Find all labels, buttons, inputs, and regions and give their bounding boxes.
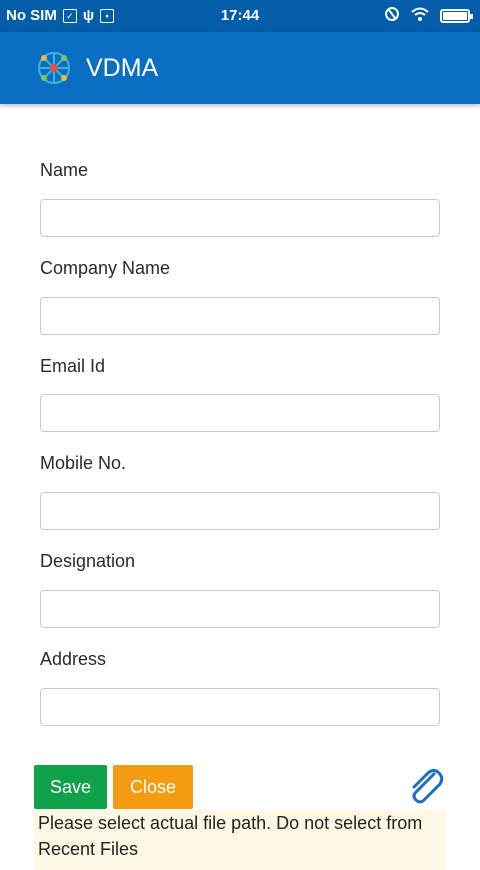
save-button[interactable]: Save — [34, 765, 107, 809]
do-not-disturb-icon — [384, 6, 400, 26]
app-title: VDMA — [86, 54, 159, 82]
address-field[interactable] — [40, 688, 440, 726]
status-right — [384, 6, 473, 26]
battery-icon — [440, 9, 473, 23]
app-bar: VDMA — [0, 32, 480, 104]
company-name-field[interactable] — [40, 297, 440, 335]
email-field[interactable] — [40, 394, 440, 432]
address-label: Address — [40, 649, 107, 669]
designation-label: Designation — [40, 551, 136, 571]
designation-field[interactable] — [40, 590, 440, 628]
file-path-notice: Please select actual file path. Do not s… — [34, 810, 446, 870]
app-logo-icon — [38, 52, 70, 84]
name-field[interactable] — [40, 199, 440, 237]
mobile-label: Mobile No. — [40, 453, 127, 473]
close-button[interactable]: Close — [113, 765, 193, 809]
mobile-field[interactable] — [40, 492, 440, 530]
email-label: Email Id — [40, 356, 106, 376]
name-label: Name — [40, 160, 89, 180]
wifi-icon — [410, 6, 430, 26]
status-bar: No SIM ✓ ψ ▪ 17:44 — [0, 0, 480, 32]
attach-file-icon[interactable] — [404, 764, 448, 808]
company-name-label: Company Name — [40, 258, 171, 278]
